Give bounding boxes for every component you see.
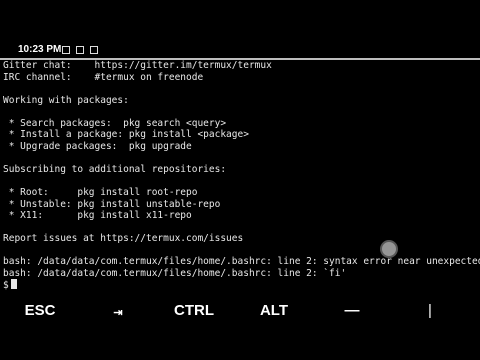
download-icon: [76, 46, 84, 54]
tab-key[interactable]: ⇥: [88, 306, 148, 319]
terminal-line: Gitter chat: https://gitter.im/termux/te…: [3, 60, 272, 71]
terminal-line: Report issues at https://termux.com/issu…: [3, 233, 244, 245]
terminal-line: * X11: pkg install x11-repo: [3, 210, 192, 222]
terminal-line: bash: /data/data/com.termux/files/home/.…: [3, 256, 480, 268]
shell-prompt: $: [3, 280, 9, 292]
dash-key[interactable]: —: [322, 302, 382, 319]
extra-keys-row: ESC ⇥ CTRL ALT — |: [0, 300, 480, 320]
terminal-line: * Root: pkg install root-repo: [3, 187, 198, 199]
terminal-line: bash: /data/data/com.termux/files/home/.…: [3, 267, 347, 279]
ctrl-key[interactable]: CTRL: [164, 302, 224, 319]
terminal-line: * Install a package: pkg install <packag…: [3, 129, 249, 141]
esc-key[interactable]: ESC: [10, 302, 70, 319]
terminal-line: * Unstable: pkg install unstable-repo: [3, 198, 221, 210]
text-cursor: [10, 279, 17, 290]
terminal-line: * Search packages: pkg search <query>: [3, 117, 227, 129]
letterbox-bottom: [0, 320, 480, 360]
pipe-key[interactable]: |: [400, 302, 460, 319]
terminal-line: IRC channel: #termux on freenode: [3, 71, 204, 83]
terminal-line: Working with packages:: [3, 94, 129, 106]
terminal-line: * Upgrade packages: pkg upgrade: [3, 140, 192, 152]
touch-indicator: [380, 240, 398, 258]
notification-icon: [62, 46, 70, 54]
terminal-line: Subscribing to additional repositories:: [3, 163, 227, 175]
status-time: 10:23 PM: [18, 44, 62, 55]
status-bar: 10:23 PM: [0, 42, 480, 60]
alt-key[interactable]: ALT: [244, 302, 304, 319]
screenshot-icon: [90, 46, 98, 54]
terminal-view[interactable]: Gitter chat: https://gitter.im/termux/te…: [3, 60, 480, 296]
prompt-line[interactable]: $: [3, 279, 480, 291]
